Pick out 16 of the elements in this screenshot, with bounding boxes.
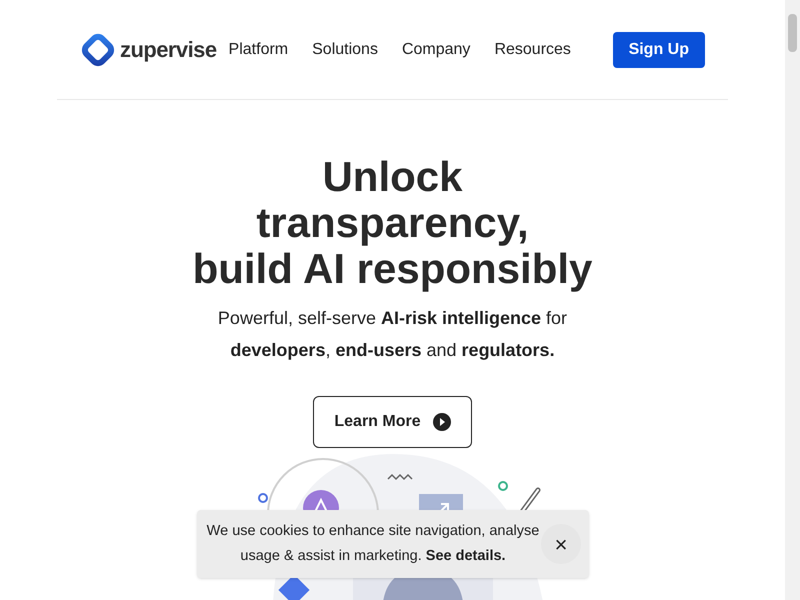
learn-more-button[interactable]: Learn More [313, 396, 472, 448]
scrollbar[interactable] [785, 0, 800, 600]
hero-heading: transparency, [255, 200, 530, 246]
logo-text[interactable]: zupervise [120, 33, 217, 66]
nav-link[interactable]: Company [402, 38, 470, 62]
logo-icon [80, 32, 116, 68]
close-button[interactable]: × [541, 524, 581, 564]
nav-link[interactable]: Solutions [312, 38, 378, 62]
hero-heading: Unlock [321, 154, 464, 200]
sign-up-button[interactable]: Sign Up [612, 32, 705, 68]
hero-subtitle: Powerful, self-serve AI-risk intelligence for developers, end-users and regulators. [216, 307, 568, 362]
cookie-message: We use cookies to enhance site navigation, analyse usage & assist in marketing. See details. [206, 522, 540, 566]
nav-link[interactable]: Resources [494, 38, 571, 62]
play-icon [432, 413, 451, 431]
nav-link[interactable]: Platform [228, 38, 288, 62]
hero-heading: build AI responsibly [192, 246, 592, 292]
